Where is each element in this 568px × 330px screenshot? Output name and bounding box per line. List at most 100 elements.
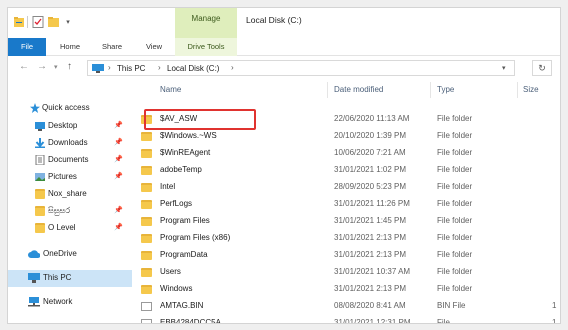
sidebar-item-onedrive[interactable]: OneDrive: [8, 246, 132, 263]
sidebar-item-quick-access[interactable]: Quick access: [8, 100, 132, 117]
address-dropdown-icon[interactable]: ▾: [502, 64, 506, 72]
file-type: File folder: [437, 131, 473, 140]
file-name: ProgramData: [160, 250, 208, 259]
tab-share[interactable]: Share: [97, 38, 127, 56]
sidebar-label: Quick access: [42, 103, 90, 112]
folder-icon: [35, 223, 45, 233]
file-type: File folder: [437, 216, 473, 225]
breadcrumb-separator-icon[interactable]: ›: [158, 63, 161, 72]
forward-arrow-icon[interactable]: →: [37, 61, 47, 72]
sidebar-item-documents[interactable]: Documents 📌: [8, 152, 132, 169]
sidebar-label: Network: [43, 297, 73, 306]
pin-icon[interactable]: 📌: [114, 206, 123, 214]
folder-icon: [141, 217, 152, 226]
tab-file[interactable]: File: [8, 38, 46, 56]
folder-icon: [35, 189, 45, 199]
navigation-pane: Quick access Desktop 📌 Downloads 📌 Docum…: [8, 80, 132, 323]
column-header-date[interactable]: Date modified: [334, 85, 383, 94]
title-bar: ▾ Manage Local Disk (C:): [8, 8, 560, 38]
tab-drive-tools[interactable]: Drive Tools: [175, 38, 237, 56]
tab-home[interactable]: Home: [55, 38, 85, 56]
folder-icon: [141, 285, 152, 294]
sidebar-item-sisusara[interactable]: සිසුසර 📌: [8, 203, 132, 220]
this-pc-icon: [92, 64, 104, 73]
file-name: Intel: [160, 182, 176, 191]
refresh-button[interactable]: ↻: [532, 60, 552, 76]
file-type: File: [437, 318, 450, 324]
sidebar-item-this-pc[interactable]: This PC: [8, 270, 132, 287]
table-row[interactable]: Windows 31/01/2021 2:13 PM File folder: [132, 282, 560, 297]
sidebar-label: Nox_share: [48, 189, 87, 198]
file-type: File folder: [437, 267, 473, 276]
table-row[interactable]: AMTAG.BIN 08/08/2020 8:41 AM BIN File 1: [132, 299, 560, 314]
file-type: File folder: [437, 199, 473, 208]
file-date: 31/01/2021 12:31 PM: [334, 318, 411, 324]
back-arrow-icon[interactable]: ←: [19, 61, 29, 72]
sidebar-label: සිසුසර: [48, 206, 71, 215]
sidebar-item-network[interactable]: Network: [8, 294, 132, 311]
table-row[interactable]: adobeTemp 31/01/2021 1:02 PM File folder: [132, 163, 560, 178]
pin-icon[interactable]: 📌: [114, 138, 123, 146]
file-icon: [141, 302, 152, 311]
folder-icon: [141, 200, 152, 209]
tab-view[interactable]: View: [139, 38, 169, 56]
column-divider[interactable]: [430, 82, 431, 98]
file-name: Windows: [160, 284, 193, 293]
folder-icon: [141, 251, 152, 260]
file-type: File folder: [437, 250, 473, 259]
table-row[interactable]: PerfLogs 31/01/2021 11:26 PM File folder: [132, 197, 560, 212]
network-icon: [28, 297, 40, 307]
column-header-size[interactable]: Size: [523, 85, 539, 94]
file-type: File folder: [437, 284, 473, 293]
column-header-name[interactable]: Name: [160, 85, 181, 94]
sidebar-item-downloads[interactable]: Downloads 📌: [8, 135, 132, 152]
folder-icon: [141, 268, 152, 277]
sidebar-label: Pictures: [48, 172, 77, 181]
sidebar-item-o-level[interactable]: O Level 📌: [8, 220, 132, 237]
pin-icon[interactable]: 📌: [114, 155, 123, 163]
file-type: BIN File: [437, 301, 466, 310]
cloud-icon: [28, 249, 41, 259]
breadcrumb-local-disk[interactable]: Local Disk (C:): [167, 64, 219, 73]
pin-icon[interactable]: 📌: [114, 223, 123, 231]
column-header-type[interactable]: Type: [437, 85, 454, 94]
address-row: ← → ▾ ↑ › This PC › Local Disk (C:) › ▾ …: [8, 57, 560, 79]
file-name: Users: [160, 267, 181, 276]
sidebar-item-pictures[interactable]: Pictures 📌: [8, 169, 132, 186]
table-row[interactable]: EBB4284DCC5A 31/01/2021 12:31 PM File 1: [132, 316, 560, 324]
sidebar-item-desktop[interactable]: Desktop 📌: [8, 118, 132, 135]
breadcrumb-separator-icon[interactable]: ›: [231, 63, 234, 72]
folder-icon: [141, 149, 152, 158]
table-row[interactable]: ProgramData 31/01/2021 2:13 PM File folder: [132, 248, 560, 263]
address-bar[interactable]: › This PC › Local Disk (C:) › ▾: [87, 60, 515, 76]
recent-locations-icon[interactable]: ▾: [54, 63, 58, 71]
file-date: 31/01/2021 1:02 PM: [334, 165, 407, 174]
pin-icon[interactable]: 📌: [114, 172, 123, 180]
table-row[interactable]: Users 31/01/2021 10:37 AM File folder: [132, 265, 560, 280]
new-folder-icon[interactable]: [48, 16, 60, 28]
file-date: 10/06/2020 7:21 AM: [334, 148, 406, 157]
customize-toolbar-icon[interactable]: ▾: [64, 16, 72, 28]
properties-icon[interactable]: [32, 16, 44, 28]
pictures-icon: [35, 172, 45, 182]
file-date: 28/09/2020 5:23 PM: [334, 182, 407, 191]
file-date: 08/08/2020 8:41 AM: [334, 301, 406, 310]
star-icon: [30, 103, 40, 113]
sidebar-label: This PC: [43, 273, 72, 282]
file-date: 22/06/2020 11:13 AM: [334, 114, 410, 123]
explorer-window: ▾ Manage Local Disk (C:) File Home Share…: [7, 7, 561, 324]
breadcrumb-this-pc[interactable]: This PC: [117, 64, 145, 73]
table-row[interactable]: $WinREAgent 10/06/2020 7:21 AM File folder: [132, 146, 560, 161]
download-icon: [35, 138, 45, 148]
sidebar-label: Documents: [48, 155, 89, 164]
column-divider[interactable]: [327, 82, 328, 98]
table-row[interactable]: Intel 28/09/2020 5:23 PM File folder: [132, 180, 560, 195]
table-row[interactable]: Program Files (x86) 31/01/2021 2:13 PM Fil…: [132, 231, 560, 246]
column-divider[interactable]: [517, 82, 518, 98]
up-arrow-icon[interactable]: ↑: [67, 61, 72, 72]
pin-icon[interactable]: 📌: [114, 121, 123, 129]
sidebar-item-nox-share[interactable]: Nox_share: [8, 186, 132, 203]
file-date: 31/01/2021 2:13 PM: [334, 233, 407, 242]
table-row[interactable]: Program Files 31/01/2021 1:45 PM File fold…: [132, 214, 560, 229]
table-row[interactable]: $Windows.~WS 20/10/2020 1:39 PM File folde…: [132, 129, 560, 144]
